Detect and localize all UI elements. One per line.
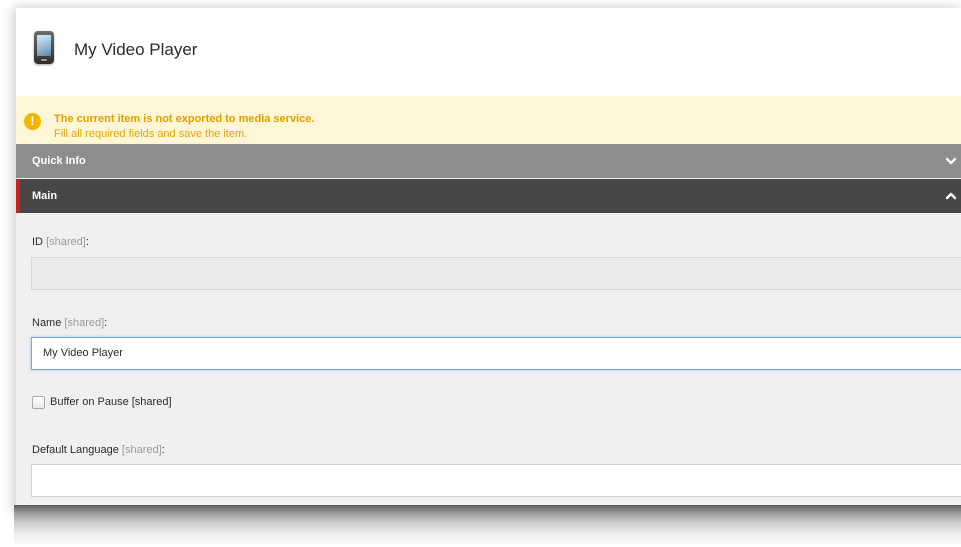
- name-field-label: Name [shared]:: [32, 317, 107, 329]
- id-shared-tag: [shared]: [46, 236, 86, 248]
- buffer-shared-tag: [shared]: [131, 396, 172, 408]
- warning-banner: ! The current item is not exported to me…: [16, 96, 961, 144]
- item-editor-panel: My Video Player ! The current item is no…: [16, 8, 961, 513]
- name-label-text: Name: [32, 317, 62, 329]
- device-button: [41, 59, 47, 61]
- chevron-up-icon[interactable]: [943, 188, 959, 204]
- buffer-label-text: Buffer on Pause: [50, 396, 129, 408]
- id-label-colon: :: [85, 236, 89, 248]
- name-shared-tag: [shared]: [64, 317, 105, 329]
- exclamation-icon: !: [24, 113, 41, 130]
- default-language-field-label: Default Language [shared]:: [32, 444, 165, 456]
- item-header: My Video Player: [16, 8, 961, 96]
- section-main-label: Main: [32, 190, 58, 202]
- device-screen: [37, 35, 51, 56]
- default-language-field[interactable]: [31, 464, 961, 497]
- default-language-shared-tag: [shared]: [121, 444, 162, 456]
- id-field-label: ID [shared]:: [32, 236, 89, 248]
- section-main[interactable]: Main: [16, 179, 961, 213]
- warning-message: Fill all required fields and save the it…: [54, 128, 248, 140]
- id-field[interactable]: [31, 257, 961, 290]
- name-label-colon: :: [104, 317, 108, 329]
- chevron-down-icon[interactable]: [943, 153, 959, 169]
- mobile-device-icon: [34, 31, 54, 64]
- default-language-label-colon: :: [161, 444, 165, 456]
- section-quick-info-label: Quick Info: [32, 155, 86, 167]
- id-label-text: ID: [32, 236, 43, 248]
- buffer-on-pause-checkbox[interactable]: [32, 396, 45, 409]
- default-language-label-text: Default Language: [32, 444, 119, 456]
- name-field[interactable]: My Video Player: [31, 337, 961, 370]
- item-title: My Video Player: [74, 40, 198, 59]
- bottom-shadow: [14, 505, 961, 547]
- section-quick-info[interactable]: Quick Info: [16, 144, 961, 178]
- warning-title: The current item is not exported to medi…: [54, 113, 315, 125]
- buffer-on-pause-label[interactable]: Buffer on Pause [shared]: [50, 396, 172, 408]
